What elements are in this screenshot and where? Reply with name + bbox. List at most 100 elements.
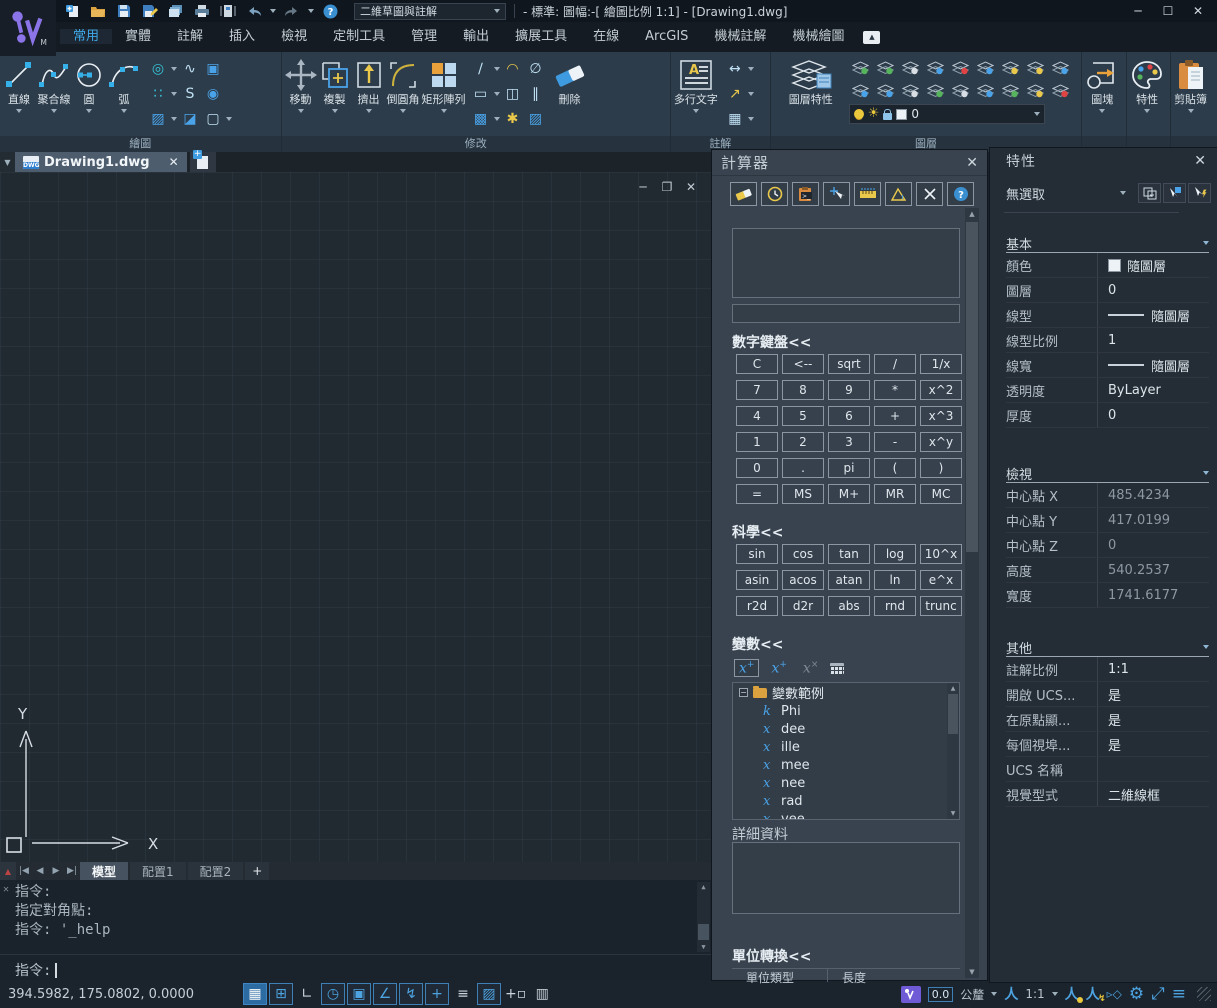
circle-center-icon[interactable]: ◎ <box>148 59 168 79</box>
calc-key[interactable]: 7 <box>736 380 778 400</box>
science-section-label[interactable]: 科學<< <box>732 522 783 542</box>
property-row[interactable]: 厚度0 <box>1006 403 1209 428</box>
prev-layout-icon[interactable]: ◀ <box>32 862 48 880</box>
print-preview-icon[interactable] <box>218 2 238 20</box>
command-history[interactable]: 指令:指定對角點:指令: '_help <box>15 883 694 951</box>
layer-tool-button[interactable] <box>999 80 1023 102</box>
add-layout-button[interactable]: + <box>245 862 269 880</box>
status-menu-icon[interactable]: ≡ <box>1172 984 1186 1004</box>
spline-icon[interactable]: ∿ <box>180 59 200 79</box>
calc-science-key[interactable]: d2r <box>782 596 824 616</box>
stretch-button[interactable]: 擠出 <box>353 55 385 113</box>
calc-key[interactable]: ( <box>874 458 916 478</box>
calc-input-field[interactable] <box>732 304 960 323</box>
move-button[interactable]: 移動 <box>285 55 317 113</box>
property-row[interactable]: 中心點 Z0 <box>1006 533 1209 558</box>
scale-dropdown-icon[interactable] <box>1052 992 1058 996</box>
copy-nested-icon[interactable]: ▩ <box>471 109 491 129</box>
layer-tool-button[interactable] <box>1049 80 1073 102</box>
wipeout-icon[interactable]: ▢ <box>203 109 223 129</box>
calc-key[interactable]: M+ <box>828 484 870 504</box>
calc-help-icon[interactable]: ? <box>947 182 974 206</box>
revcloud-icon[interactable]: ◠ <box>503 59 523 79</box>
property-row[interactable]: 註解比例1:1 <box>1006 657 1209 682</box>
ribbon-tab[interactable]: 定制工具 <box>320 29 398 44</box>
layout-tab[interactable]: 配置2 <box>188 862 244 880</box>
app-menu-button[interactable]: M <box>0 0 56 56</box>
ribbon-tab[interactable]: 插入 <box>216 29 268 44</box>
ribbon-tab[interactable]: 註解 <box>164 29 216 44</box>
open-file-icon[interactable] <box>88 2 108 20</box>
tree-scrollbar[interactable]: ▲▼ <box>947 683 959 819</box>
layer-tool-button[interactable] <box>949 57 973 79</box>
spline-edit-icon[interactable]: S <box>180 84 200 104</box>
circle-button[interactable]: 圓 <box>73 55 105 113</box>
explode-icon[interactable]: ✱ <box>503 109 523 129</box>
ribbon-tab[interactable]: 管理 <box>398 29 450 44</box>
clipboard-button[interactable]: 剪貼簿 <box>1174 55 1207 113</box>
calc-science-key[interactable]: 10^x <box>920 544 962 564</box>
donut-icon[interactable]: ◉ <box>203 84 223 104</box>
layer-tool-button[interactable] <box>899 80 923 102</box>
group-label-draw[interactable]: 繪圖 <box>0 136 281 152</box>
unit-dropdown-icon[interactable] <box>991 992 997 996</box>
calc-key[interactable]: * <box>874 380 916 400</box>
leader-icon[interactable]: ↗ <box>725 84 745 104</box>
ribbon-tab[interactable]: 機械繪圖 <box>779 29 857 44</box>
calc-key[interactable]: / <box>874 354 916 374</box>
property-row[interactable]: 開啟 UCS...是 <box>1006 682 1209 707</box>
fillet-button[interactable]: 倒圓角 <box>387 55 420 113</box>
save-as-icon[interactable] <box>140 2 160 20</box>
calc-science-key[interactable]: r2d <box>736 596 778 616</box>
status-toggle[interactable]: ▨ <box>477 983 501 1005</box>
toggle-pickadd-button[interactable] <box>1138 183 1161 203</box>
align-icon[interactable]: ◫ <box>503 84 523 104</box>
layer-tool-button[interactable] <box>849 57 873 79</box>
annotation-scale-value[interactable]: 1:1 <box>1025 987 1044 1001</box>
command-close-icon[interactable]: ✕ <box>3 884 9 895</box>
copy-button[interactable]: 複製 <box>319 55 351 113</box>
layer-tool-button[interactable] <box>1049 57 1073 79</box>
minimize-button[interactable]: ─ <box>1123 0 1153 22</box>
section-basic[interactable]: 基本 <box>1006 234 1209 253</box>
variable-item[interactable]: xmee <box>733 756 959 774</box>
calc-science-key[interactable]: acos <box>782 570 824 590</box>
mtext-button[interactable]: A 多行文字 <box>674 55 718 113</box>
properties-close-icon[interactable]: ✕ <box>1194 153 1206 169</box>
layer-tool-button[interactable] <box>924 80 948 102</box>
calc-key[interactable]: + <box>874 406 916 426</box>
calc-science-key[interactable]: asin <box>736 570 778 590</box>
annotation-autoscale-icon[interactable]: 人↯ <box>1086 984 1100 1004</box>
redo-dropdown[interactable] <box>308 9 314 13</box>
property-row[interactable]: 線型比例1 <box>1006 328 1209 353</box>
line-button[interactable]: 直線 <box>3 55 35 113</box>
variable-item[interactable]: xnee <box>733 774 959 792</box>
calc-key[interactable]: MR <box>874 484 916 504</box>
scroll-thumb[interactable] <box>698 924 709 940</box>
help-icon[interactable]: ? <box>320 2 340 20</box>
calc-measure-angle-icon[interactable] <box>885 182 912 206</box>
status-toggle[interactable]: + <box>425 983 449 1005</box>
variable-item[interactable]: kPhi <box>733 702 959 720</box>
calc-science-key[interactable]: log <box>874 544 916 564</box>
variable-item[interactable]: xdee <box>733 720 959 738</box>
annotation-visibility-icon[interactable]: 人 <box>1065 984 1079 1004</box>
layer-tool-button[interactable] <box>874 80 898 102</box>
new-variable-icon[interactable]: x+ <box>734 659 759 678</box>
property-row[interactable]: UCS 名稱 <box>1006 757 1209 782</box>
ribbon-collapse-button[interactable]: ▲ <box>863 31 880 44</box>
workspace-select[interactable]: 二維草圖與註解 <box>354 3 506 20</box>
calc-key[interactable]: MC <box>920 484 962 504</box>
keypad-section-label[interactable]: 數字鍵盤<< <box>732 332 811 352</box>
property-row[interactable]: 線型隨圖層 <box>1006 303 1209 328</box>
layout-tab[interactable]: 模型 <box>80 862 128 880</box>
calc-key[interactable]: <-- <box>782 354 824 374</box>
layer-tool-button[interactable] <box>1024 57 1048 79</box>
calc-key[interactable]: 8 <box>782 380 824 400</box>
table-icon[interactable]: ▦ <box>725 109 745 129</box>
erase-button[interactable]: 刪除 <box>552 55 588 107</box>
next-layout-icon[interactable]: ▶ <box>48 862 64 880</box>
calc-science-key[interactable]: rnd <box>874 596 916 616</box>
calc-key[interactable]: ) <box>920 458 962 478</box>
property-row[interactable]: 寬度1741.6177 <box>1006 583 1209 608</box>
